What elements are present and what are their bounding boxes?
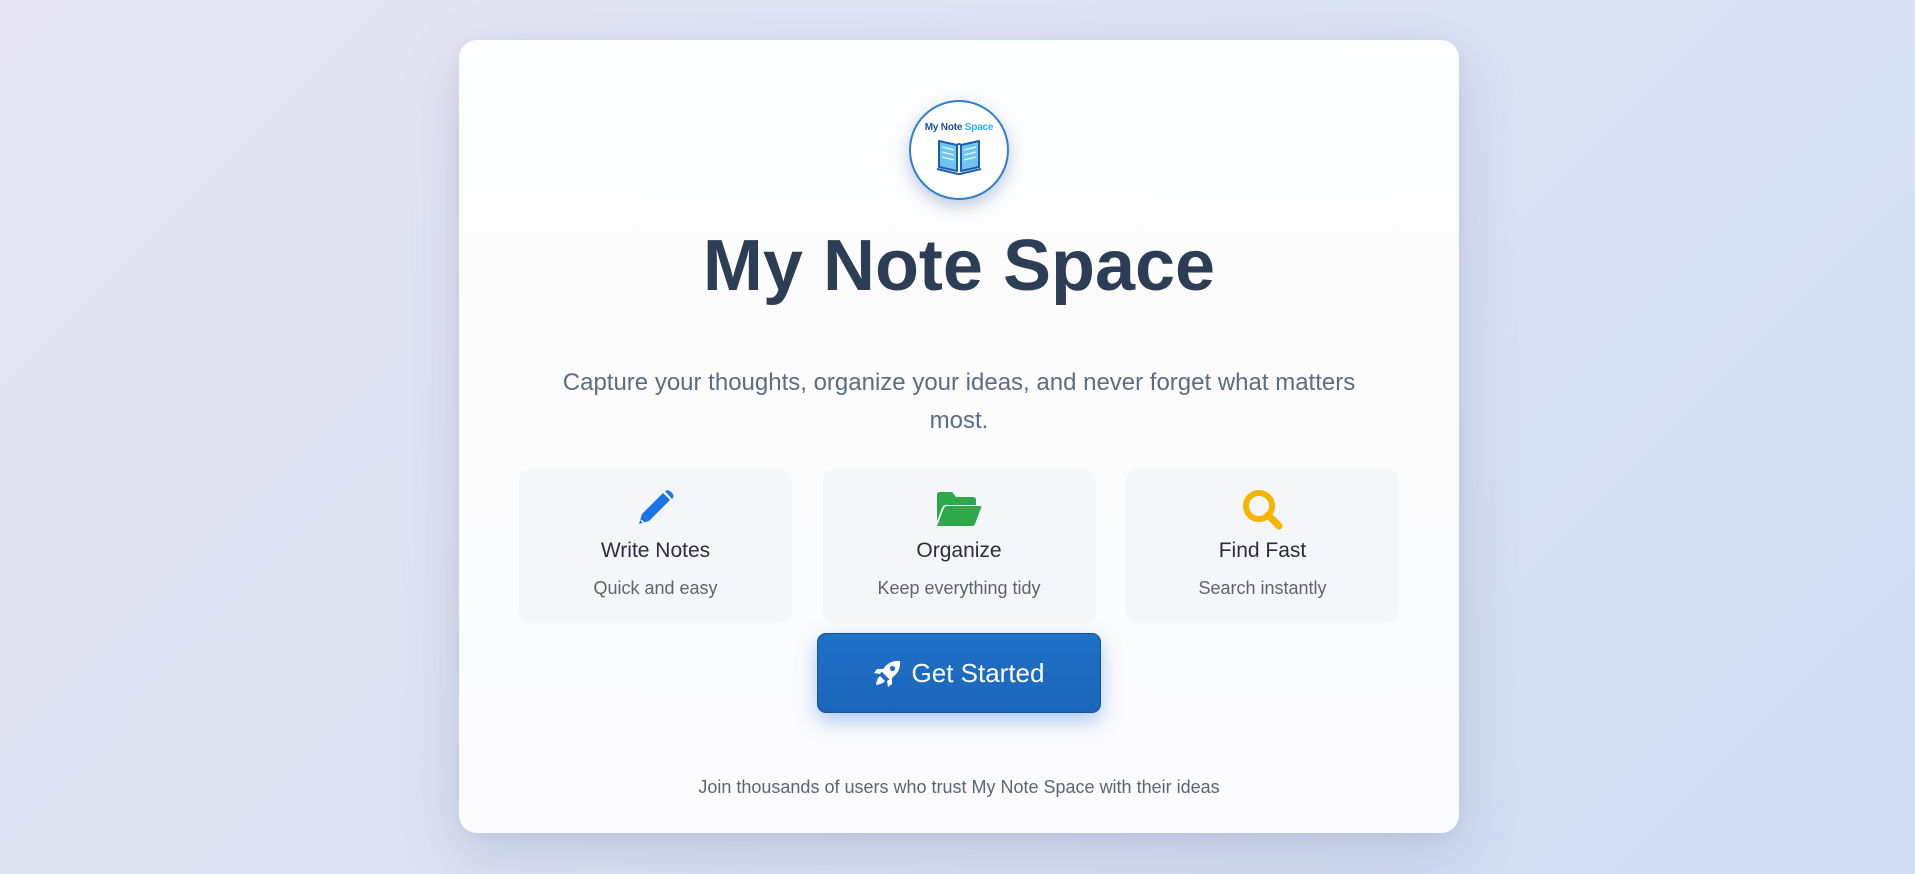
get-started-label: Get Started — [911, 657, 1045, 688]
page-title: My Note Space — [702, 226, 1216, 306]
feature-list: Write Notes Quick and easy Organize Keep… — [519, 469, 1399, 623]
open-book-icon — [936, 139, 982, 175]
magnifier-icon — [1242, 490, 1282, 530]
rocket-icon — [873, 660, 900, 687]
social-proof-text: Join thousands of users who trust My Not… — [698, 777, 1220, 797]
feature-description: Keep everything tidy — [877, 578, 1041, 598]
tagline: Capture your thoughts, organize your ide… — [562, 369, 1356, 434]
feature-title: Find Fast — [1218, 539, 1307, 562]
feature-title: Write Notes — [600, 539, 711, 562]
feature-title: Organize — [916, 539, 1002, 562]
feature-description: Quick and easy — [593, 578, 718, 598]
feature-card-find-fast: Find Fast Search instantly — [1126, 469, 1399, 623]
get-started-button[interactable]: Get Started — [817, 633, 1101, 713]
welcome-card: My Note Space My Note Space Capture your… — [459, 40, 1459, 833]
feature-card-organize: Organize Keep everything tidy — [822, 469, 1096, 623]
pencil-icon — [638, 490, 673, 524]
logo-wordmark: My Note Space — [924, 121, 994, 133]
app-logo: My Note Space — [909, 100, 1009, 200]
feature-description: Search instantly — [1198, 578, 1327, 598]
folder-open-icon — [937, 492, 982, 526]
feature-card-write-notes: Write Notes Quick and easy — [519, 469, 792, 623]
